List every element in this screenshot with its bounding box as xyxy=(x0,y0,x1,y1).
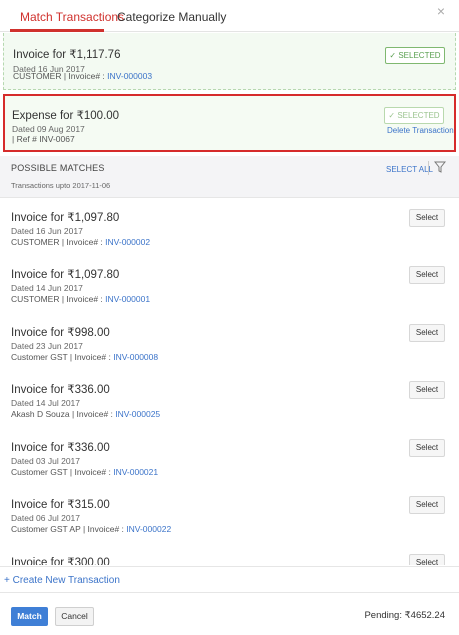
list-item[interactable]: Invoice for ₹998.00 Dated 23 Jun 2017 Cu… xyxy=(0,315,459,373)
item-date: Dated 06 Jul 2017 xyxy=(11,513,80,523)
item-title: Invoice for ₹336.00 xyxy=(11,442,110,454)
tab-match-transactions[interactable]: Match Transactions xyxy=(20,10,124,24)
invoice-link[interactable]: INV-000003 xyxy=(107,71,152,81)
active-tab-indicator xyxy=(10,29,104,32)
section-subtitle: Transactions upto 2017-11-06 xyxy=(11,181,111,190)
section-title: POSSIBLE MATCHES xyxy=(11,163,105,173)
select-all-link[interactable]: SELECT ALL xyxy=(386,165,433,174)
filter-icon[interactable] xyxy=(434,161,446,173)
create-new-transaction-link[interactable]: + Create New Transaction xyxy=(4,575,120,586)
transactions-scroll-area[interactable]: Invoice for ₹1,117.76 Dated 16 Jun 2017 … xyxy=(0,33,459,565)
item-meta: Akash D Souza | Invoice# : INV-000025 xyxy=(11,409,161,419)
list-item[interactable]: Invoice for ₹336.00 Dated 14 Jul 2017 Ak… xyxy=(0,372,459,430)
divider xyxy=(428,161,429,175)
item-title: Invoice for ₹300.00 xyxy=(11,557,110,565)
item-title: Invoice for ₹998.00 xyxy=(11,327,110,339)
close-icon[interactable]: × xyxy=(437,3,445,19)
list-item[interactable]: Invoice for ₹336.00 Dated 03 Jul 2017 Cu… xyxy=(0,430,459,488)
item-meta: CUSTOMER | Invoice# : INV-000001 xyxy=(11,294,151,304)
select-button[interactable]: Select xyxy=(409,209,445,227)
invoice-link[interactable]: INV-000002 xyxy=(105,237,150,247)
item-date: Dated 14 Jul 2017 xyxy=(11,398,80,408)
select-button[interactable]: Select xyxy=(409,266,445,284)
tab-categorize-manually[interactable]: Categorize Manually xyxy=(117,10,226,24)
item-meta: CUSTOMER | Invoice# : INV-000002 xyxy=(11,237,151,247)
item-title: Invoice for ₹336.00 xyxy=(11,384,110,396)
item-date: Dated 09 Aug 2017 xyxy=(12,124,85,134)
item-date: Dated 14 Jun 2017 xyxy=(11,283,83,293)
item-meta: Customer GST AP | Invoice# : INV-000022 xyxy=(11,524,172,534)
item-date: Dated 16 Jun 2017 xyxy=(11,226,83,236)
select-button[interactable]: Select xyxy=(409,496,445,514)
list-item[interactable]: Invoice for ₹1,097.80 Dated 16 Jun 2017 … xyxy=(0,200,459,258)
item-title: Invoice for ₹1,097.80 xyxy=(11,269,120,281)
invoice-link[interactable]: INV-000025 xyxy=(115,409,160,419)
item-date: Dated 03 Jul 2017 xyxy=(11,456,80,466)
list-item[interactable]: Invoice for ₹1,097.80 Dated 14 Jun 2017 … xyxy=(0,257,459,315)
invoice-link[interactable]: INV-000008 xyxy=(113,352,158,362)
item-meta: Customer GST | Invoice# : INV-000008 xyxy=(11,352,159,362)
possible-matches-header: POSSIBLE MATCHES Transactions upto 2017-… xyxy=(0,156,459,198)
select-button[interactable]: Select xyxy=(409,439,445,457)
tab-bar: Match Transactions Categorize Manually × xyxy=(0,0,459,32)
cancel-button[interactable]: Cancel xyxy=(55,607,94,626)
select-button[interactable]: Select xyxy=(409,324,445,342)
item-title: Invoice for ₹1,117.76 xyxy=(13,49,121,61)
invoice-link[interactable]: INV-000022 xyxy=(126,524,171,534)
delete-transaction-link[interactable]: Delete Transaction xyxy=(387,126,454,135)
create-transaction-bar: + Create New Transaction xyxy=(0,566,459,592)
list-item[interactable]: Invoice for ₹315.00 Dated 06 Jul 2017 Cu… xyxy=(0,487,459,545)
select-button[interactable]: Select xyxy=(409,554,445,565)
selected-button[interactable]: ✓ SELECTED xyxy=(385,47,445,64)
item-title: Invoice for ₹315.00 xyxy=(11,499,110,511)
invoice-link[interactable]: INV-000001 xyxy=(105,294,150,304)
selected-expense-card: Expense for ₹100.00 Dated 09 Aug 2017 | … xyxy=(3,94,456,152)
item-meta: Customer GST | Invoice# : INV-000021 xyxy=(11,467,159,477)
item-date: Dated 23 Jun 2017 xyxy=(11,341,83,351)
footer: Match Cancel Pending: ₹4652.24 xyxy=(0,592,459,635)
item-title: Expense for ₹100.00 xyxy=(12,110,120,122)
item-title: Invoice for ₹1,097.80 xyxy=(11,212,120,224)
item-meta: CUSTOMER | Invoice# : INV-000003 xyxy=(13,71,153,81)
pending-amount: Pending: ₹4652.24 xyxy=(364,610,445,621)
selected-button[interactable]: ✓ SELECTED xyxy=(384,107,444,124)
select-button[interactable]: Select xyxy=(409,381,445,399)
item-meta: | Ref # INV-0067 xyxy=(12,134,75,144)
list-item[interactable]: Invoice for ₹300.00 Select xyxy=(0,545,459,565)
match-button[interactable]: Match xyxy=(11,607,48,626)
selected-invoice-card: Invoice for ₹1,117.76 Dated 16 Jun 2017 … xyxy=(3,33,456,90)
invoice-link[interactable]: INV-000021 xyxy=(113,467,158,477)
